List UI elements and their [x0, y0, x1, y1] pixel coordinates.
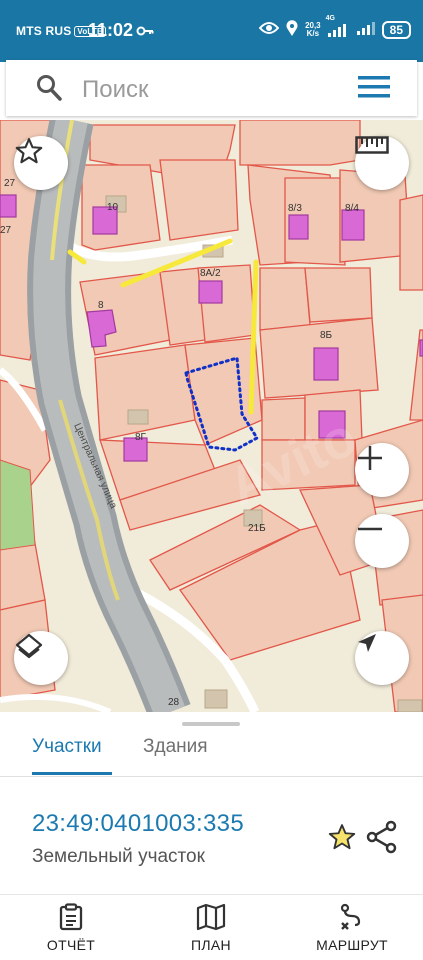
- search-icon[interactable]: [36, 74, 62, 107]
- label-27b: 27: [0, 225, 12, 236]
- bottom-sheet: Участки Здания 23:49:0401003:335 Земельн…: [0, 712, 423, 894]
- key-icon: [136, 24, 154, 40]
- object-type: Земельный участок: [32, 846, 205, 867]
- tabs-divider: [0, 776, 423, 777]
- report-icon: [11, 903, 131, 931]
- active-tab-indicator: [32, 772, 112, 775]
- tab-buildings[interactable]: Здания: [143, 736, 208, 758]
- measure-button[interactable]: [355, 136, 409, 190]
- green-area: [0, 459, 36, 551]
- label-8-4: 8/4: [345, 203, 359, 214]
- favorite-map-button[interactable]: [14, 136, 68, 190]
- search-bar[interactable]: Поиск: [6, 60, 417, 116]
- map-plan-icon: [151, 903, 271, 931]
- battery-indicator: 85: [381, 20, 411, 39]
- signal-icon: 4G: [326, 15, 350, 37]
- sheet-drag-handle[interactable]: [182, 722, 240, 726]
- nav-route[interactable]: МАРШРУТ: [292, 903, 412, 953]
- label-8-3: 8/3: [288, 203, 302, 214]
- cadastral-map[interactable]: Avito 27 27 10 8/3 8/4 8А/2 8 8Б 8Г 21Б …: [0, 120, 423, 712]
- label-8b: 8Б: [320, 330, 333, 341]
- label-8: 8: [98, 300, 104, 311]
- layers-button[interactable]: [14, 631, 68, 685]
- speed-unit: K/s: [306, 28, 320, 38]
- route-icon: [292, 903, 412, 931]
- zoom-in-button[interactable]: [355, 443, 409, 497]
- nav-plan-label: ПЛАН: [191, 937, 231, 953]
- network-type: 4G: [325, 14, 335, 22]
- share-icon[interactable]: [366, 820, 398, 854]
- label-27: 27: [4, 178, 16, 189]
- location-icon: [286, 20, 298, 39]
- nav-plan[interactable]: ПЛАН: [151, 903, 271, 953]
- carrier-label: MTS RUS: [16, 24, 72, 38]
- zoom-out-button[interactable]: [355, 514, 409, 568]
- nav-report[interactable]: ОТЧЁТ: [11, 903, 131, 953]
- cadastral-number[interactable]: 23:49:0401003:335: [32, 810, 244, 838]
- my-location-button[interactable]: [355, 631, 409, 685]
- label-8g: 8Г: [135, 432, 147, 443]
- label-10: 10: [107, 202, 119, 213]
- status-bar: MTS RUS VoLTE 11:02 20,3 K/s 4G 85: [0, 0, 423, 62]
- tab-plots[interactable]: Участки: [32, 736, 102, 758]
- search-input[interactable]: Поиск: [82, 76, 149, 104]
- label-21b: 21Б: [248, 523, 266, 534]
- hamburger-menu-icon[interactable]: [358, 75, 392, 104]
- eye-icon: [258, 21, 280, 38]
- nav-report-label: ОТЧЁТ: [46, 937, 96, 953]
- clock: 11:02: [88, 20, 134, 40]
- signal-icon-2: [356, 21, 375, 38]
- network-speed: 20,3 K/s: [305, 21, 321, 38]
- nav-route-label: МАРШРУТ: [316, 937, 388, 953]
- map-canvas[interactable]: Avito 27 27 10 8/3 8/4 8А/2 8 8Б 8Г 21Б …: [0, 120, 423, 712]
- bottom-navigation: ОТЧЁТ ПЛАН МАРШРУТ: [0, 894, 423, 960]
- label-8a2: 8А/2: [200, 268, 221, 279]
- label-28: 28: [168, 697, 180, 708]
- favorite-star-icon[interactable]: [327, 822, 357, 852]
